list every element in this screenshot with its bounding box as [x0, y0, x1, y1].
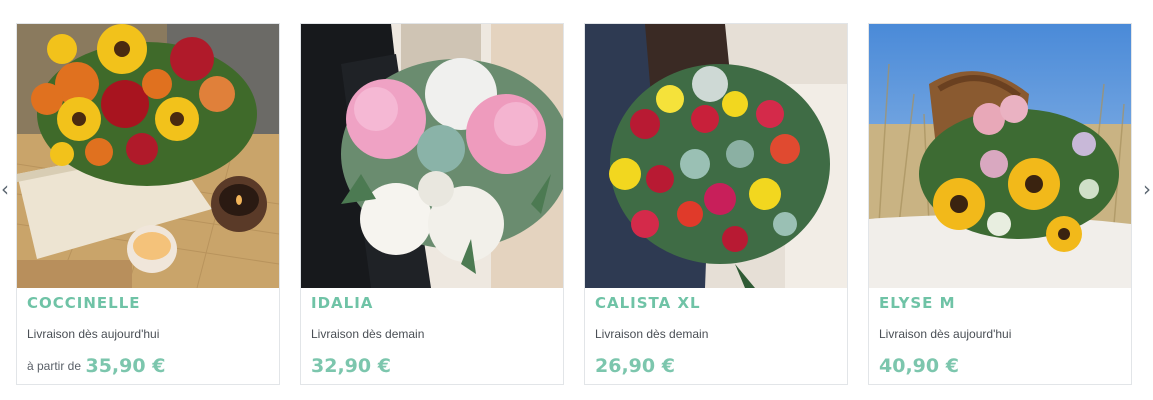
product-price: 32,90 € [311, 355, 391, 377]
delivery-info: Livraison dès aujourd'hui [27, 327, 160, 341]
product-card-calista-xl[interactable]: CALISTA XL Livraison dès demain 26,90 € [584, 23, 848, 385]
price-prefix: à partir de [27, 359, 82, 373]
product-name[interactable]: CALISTA XL [595, 294, 701, 312]
product-name[interactable]: COCCINELLE [27, 294, 141, 312]
product-price: 26,90 € [595, 355, 675, 377]
product-card-coccinelle[interactable]: COCCINELLE Livraison dès aujourd'hui à p… [16, 23, 280, 385]
price-row: 26,90 € [595, 355, 675, 377]
delivery-info: Livraison dès demain [595, 327, 709, 341]
chevron-right-icon[interactable]: › [1140, 178, 1153, 200]
product-price: 35,90 € [85, 355, 166, 377]
hydrangea-bouquet-image[interactable] [301, 24, 563, 288]
mixed-rose-bouquet-image[interactable] [585, 24, 847, 288]
price-row: à partir de 35,90 € [27, 355, 165, 377]
sunflower-basket-bouquet-image[interactable] [869, 24, 1131, 288]
price-row: 40,90 € [879, 355, 959, 377]
price-row: 32,90 € [311, 355, 391, 377]
delivery-info: Livraison dès aujourd'hui [879, 327, 1012, 341]
product-card-elyse-m[interactable]: ELYSE M Livraison dès aujourd'hui 40,90 … [868, 23, 1132, 385]
chevron-left-icon[interactable]: ‹ [0, 178, 12, 200]
product-name[interactable]: IDALIA [311, 294, 373, 312]
delivery-info: Livraison dès demain [311, 327, 425, 341]
sunflower-rose-bouquet-image[interactable] [17, 24, 279, 288]
product-card-idalia[interactable]: IDALIA Livraison dès demain 32,90 € [300, 23, 564, 385]
product-name[interactable]: ELYSE M [879, 294, 956, 312]
product-carousel: ‹ COCCINELLE Livraison dès aujourd'hui à… [0, 0, 1153, 400]
product-price: 40,90 € [879, 355, 959, 377]
